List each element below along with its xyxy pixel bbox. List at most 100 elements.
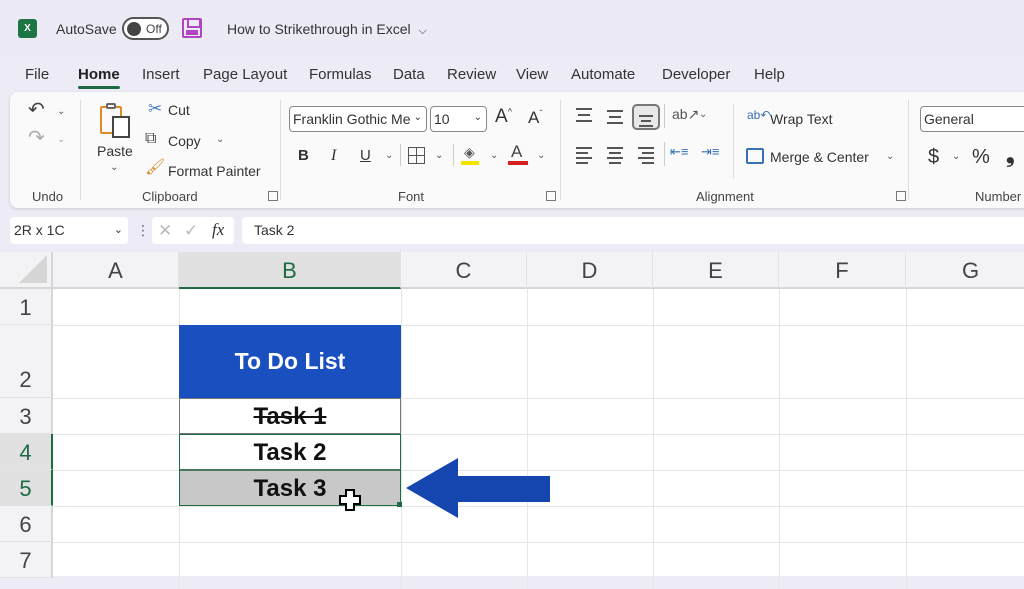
cell-b5[interactable]: Task 3 (179, 470, 401, 506)
number-format-combo[interactable]: General (920, 106, 1024, 132)
separator (664, 142, 665, 166)
bold-button[interactable]: B (298, 147, 309, 164)
cell-cursor-icon (339, 489, 361, 511)
column-header-g[interactable]: G (906, 252, 1024, 289)
cancel-icon[interactable]: ✕ (158, 221, 172, 241)
increase-font-size-button[interactable]: A^ (495, 106, 512, 128)
middle-align-button[interactable] (601, 104, 629, 130)
autosave-label: AutoSave (56, 21, 117, 37)
cell-b3[interactable]: Task 1 (179, 398, 401, 434)
row-header-7[interactable]: 7 (0, 542, 53, 578)
font-group-label: Font (398, 189, 425, 204)
worksheet-grid: A B C D E F G 1 2 3 4 5 6 7 To Do List T… (0, 252, 1024, 589)
cell-b4[interactable]: Task 2 (179, 434, 401, 470)
align-right-button[interactable] (632, 142, 660, 168)
fill-color-button[interactable]: ◈ (460, 144, 480, 166)
center-button[interactable] (601, 142, 629, 168)
row-header-5[interactable]: 5 (0, 470, 53, 506)
increase-indent-icon[interactable]: ⇥≡ (701, 144, 719, 160)
merge-center-button[interactable]: Merge & Center (770, 149, 869, 165)
toggle-knob (127, 22, 141, 36)
underline-button[interactable]: U (360, 147, 371, 164)
font-size-combo[interactable]: 10 ⌄ (430, 106, 487, 132)
select-all-corner[interactable] (0, 252, 53, 289)
top-align-button[interactable] (570, 104, 598, 130)
borders-icon[interactable] (408, 147, 425, 164)
orientation-icon[interactable]: ab↗ (672, 106, 699, 123)
column-header-d[interactable]: D (527, 252, 653, 289)
chevron-down-icon: ⌄ (113, 224, 123, 236)
row-header-2[interactable]: 2 (0, 325, 53, 398)
orientation-dropdown-icon[interactable]: ⌄ (699, 109, 707, 120)
row-header-6[interactable]: 6 (0, 506, 53, 542)
bottom-align-button[interactable] (632, 104, 660, 130)
undo-dropdown-icon[interactable]: ⌄ (57, 106, 65, 117)
font-size-value: 10 (434, 111, 450, 127)
currency-dropdown-icon[interactable]: ⌄ (952, 151, 960, 162)
row-header-3[interactable]: 3 (0, 398, 53, 434)
percent-button[interactable]: % (972, 146, 990, 169)
separator (733, 104, 734, 179)
align-left-button[interactable] (570, 142, 598, 168)
font-name-combo[interactable]: Franklin Gothic Me ⌄ (289, 106, 427, 132)
decrease-indent-icon[interactable]: ⇤≡ (670, 144, 688, 160)
row-header-4[interactable]: 4 (0, 434, 53, 470)
excel-logo-icon: X (18, 19, 37, 38)
underline-dropdown-icon[interactable]: ⌄ (385, 150, 393, 161)
font-color-letter: A (511, 142, 523, 161)
document-title[interactable]: How to Strikethrough in Excel ⌵ (227, 21, 427, 38)
name-box[interactable]: 2R x 1C ⌄ (10, 217, 128, 244)
copy-button[interactable]: Copy (168, 133, 201, 149)
comma-style-button[interactable]: ❟ (1006, 142, 1015, 168)
insert-function-icon[interactable]: fx (212, 220, 224, 240)
column-header-b[interactable]: B (179, 252, 401, 289)
save-icon[interactable] (182, 18, 202, 38)
font-launcher-icon[interactable] (546, 191, 556, 201)
cell-b2[interactable]: To Do List (179, 325, 401, 398)
cut-button[interactable]: Cut (168, 102, 190, 118)
row-header-1[interactable]: 1 (0, 289, 53, 325)
column-header-e[interactable]: E (653, 252, 779, 289)
tab-page-layout[interactable]: Page Layout (203, 66, 287, 83)
paste-dropdown-icon[interactable]: ⌄ (110, 162, 118, 173)
merge-center-dropdown-icon[interactable]: ⌄ (886, 151, 894, 162)
font-color-dropdown-icon[interactable]: ⌄ (537, 150, 545, 161)
separator (664, 104, 665, 128)
copy-dropdown-icon[interactable]: ⌄ (216, 134, 224, 145)
borders-dropdown-icon[interactable]: ⌄ (435, 150, 443, 161)
tab-developer[interactable]: Developer (662, 66, 730, 83)
paste-icon[interactable] (98, 102, 136, 140)
italic-button[interactable]: I (331, 147, 336, 165)
fill-color-dropdown-icon[interactable]: ⌄ (490, 150, 498, 161)
font-color-swatch (508, 161, 528, 165)
fill-handle[interactable] (397, 502, 402, 507)
currency-button[interactable]: $ (928, 146, 939, 169)
number-format-value: General (924, 111, 974, 127)
font-color-button[interactable]: A (508, 142, 528, 166)
redo-dropdown-icon[interactable]: ⌄ (57, 134, 65, 145)
redo-icon[interactable]: ↷ (28, 128, 45, 148)
tab-data[interactable]: Data (393, 66, 425, 83)
tab-home[interactable]: Home (78, 66, 120, 89)
column-header-c[interactable]: C (401, 252, 527, 289)
tab-review[interactable]: Review (447, 66, 496, 83)
alignment-launcher-icon[interactable] (896, 191, 906, 201)
undo-icon[interactable]: ↶ (28, 100, 45, 120)
tab-formulas[interactable]: Formulas (309, 66, 372, 83)
column-header-f[interactable]: F (779, 252, 906, 289)
tab-automate[interactable]: Automate (571, 66, 635, 83)
formula-input[interactable]: Task 2 (242, 217, 1024, 244)
tab-insert[interactable]: Insert (142, 66, 180, 83)
tab-file[interactable]: File (25, 66, 49, 83)
enter-icon[interactable]: ✓ (184, 221, 198, 241)
clipboard-launcher-icon[interactable] (268, 191, 278, 201)
tab-help[interactable]: Help (754, 66, 785, 83)
paste-button[interactable]: Paste (97, 143, 133, 159)
more-options-icon[interactable]: ⋮ (136, 222, 150, 239)
tab-view[interactable]: View (516, 66, 548, 83)
wrap-text-button[interactable]: Wrap Text (770, 111, 833, 127)
autosave-toggle[interactable]: Off (122, 17, 169, 40)
column-header-a[interactable]: A (53, 252, 179, 289)
decrease-font-size-button[interactable]: Aˇ (528, 108, 542, 128)
format-painter-button[interactable]: Format Painter (168, 163, 261, 179)
